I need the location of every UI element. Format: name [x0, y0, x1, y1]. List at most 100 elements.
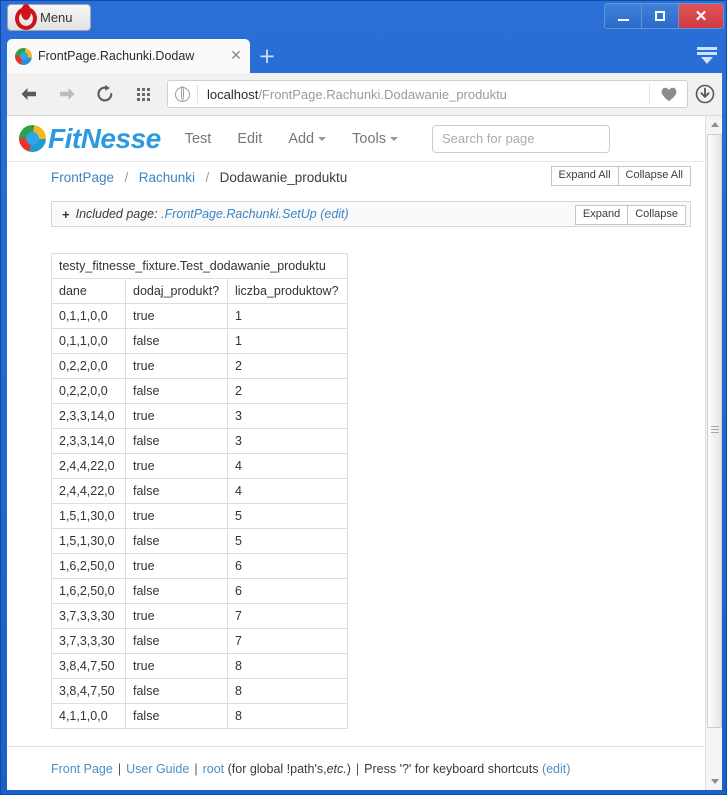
minimize-icon — [617, 18, 629, 21]
fitnesse-logo[interactable]: FitNesse — [19, 123, 161, 155]
footer-shortcuts-text: Press '?' for keyboard shortcuts — [364, 761, 539, 776]
included-page-bar: + Included page: .FrontPage.Rachunki.Set… — [51, 201, 691, 227]
maximize-button[interactable] — [642, 4, 679, 28]
collapse-button[interactable]: Collapse — [628, 205, 686, 226]
footer-root-link[interactable]: root — [203, 762, 225, 776]
table-header-row: dane dodaj_produkt? liczba_produktow? — [51, 278, 349, 304]
close-icon: ✕ — [694, 7, 708, 25]
decision-table: testy_fitnesse_fixture.Test_dodawanie_pr… — [50, 253, 349, 729]
nav-item-tools[interactable]: Tools — [352, 131, 398, 147]
footer-separator: | — [194, 761, 198, 776]
minimize-button[interactable] — [605, 4, 642, 28]
breadcrumb-rachunki[interactable]: Rachunki — [139, 170, 195, 185]
breadcrumb-current: Dodawanie_produktu — [219, 169, 348, 185]
table-row: 2,3,3,14,0 false 3 — [51, 428, 349, 454]
page-scrollbar[interactable] — [705, 116, 722, 790]
breadcrumb-separator: / — [205, 169, 210, 185]
test-table-wrapper: testy_fitnesse_fixture.Test_dodawanie_pr… — [50, 253, 349, 729]
fitnesse-page: FitNesse Test Edit Add Tools FrontPage /… — [7, 116, 705, 790]
site-globe-icon — [168, 85, 198, 103]
table-cell: 8 — [226, 678, 349, 704]
table-cell: 0,1,1,0,0 — [51, 303, 126, 329]
table-cell: false — [125, 628, 228, 654]
table-cell: false — [125, 378, 228, 404]
breadcrumb-frontpage[interactable]: FrontPage — [51, 170, 114, 185]
scroll-up-button[interactable] — [706, 116, 722, 133]
table-cell: true — [125, 503, 228, 529]
table-cell: 1,6,2,50,0 — [51, 553, 126, 579]
table-row: 1,5,1,30,0 true 5 — [51, 503, 349, 529]
window-controls: ✕ — [604, 3, 724, 29]
footer-separator: | — [117, 761, 122, 776]
table-cell: true — [125, 553, 228, 579]
search-input[interactable] — [431, 124, 610, 153]
table-cell: 2,3,3,14,0 — [51, 403, 126, 429]
table-row: 0,1,1,0,0 false 1 — [51, 328, 349, 354]
opera-menu-button[interactable]: Menu — [7, 4, 91, 31]
footer-front-page-link[interactable]: Front Page — [51, 762, 113, 776]
bookmark-heart-icon[interactable] — [649, 84, 687, 104]
table-cell: 0,2,2,0,0 — [51, 378, 126, 404]
url-host: localhost — [207, 86, 259, 102]
footer-etc: etc. — [326, 761, 347, 776]
included-page-prefix: Included page: — [75, 207, 158, 221]
scroll-down-button[interactable] — [706, 773, 722, 790]
expand-collapse-all-group: Expand All Collapse All — [550, 166, 691, 187]
chevron-down-icon — [389, 136, 398, 141]
table-cell: 3 — [226, 403, 349, 429]
downloads-button[interactable] — [688, 84, 722, 104]
expand-collapse-group: Expand Collapse — [574, 205, 686, 226]
table-cell: 4,1,1,0,0 — [51, 703, 126, 729]
fitnesse-nav: Test Edit Add Tools — [185, 124, 610, 153]
speed-dial-button[interactable] — [127, 78, 159, 110]
table-cell: false — [125, 528, 228, 554]
new-tab-button[interactable]: + — [257, 46, 277, 67]
table-cell: 2,4,4,22,0 — [51, 478, 126, 504]
footer-note-close: ) — [346, 761, 351, 776]
chevron-down-icon — [710, 779, 719, 784]
table-cell: 2 — [226, 378, 349, 404]
table-cell: 8 — [226, 653, 349, 679]
table-cell: false — [125, 703, 228, 729]
tab-close-icon[interactable]: ✕ — [228, 48, 244, 64]
opera-logo-icon — [15, 4, 37, 30]
nav-item-edit[interactable]: Edit — [237, 131, 262, 147]
title-bar: Menu ✕ — [1, 1, 726, 35]
breadcrumb-separator: / — [124, 169, 129, 185]
footer-user-guide-link[interactable]: User Guide — [126, 762, 189, 776]
collapse-all-button[interactable]: Collapse All — [618, 166, 691, 187]
fitnesse-header: FitNesse Test Edit Add Tools — [7, 116, 705, 162]
table-cell: 7 — [226, 603, 349, 629]
expand-all-button[interactable]: Expand All — [550, 166, 619, 187]
address-bar[interactable]: localhost/FrontPage.Rachunki.Dodawanie_p… — [167, 80, 688, 108]
table-cell: 2 — [226, 353, 349, 379]
expand-button[interactable]: Expand — [574, 205, 629, 226]
browser-tab-active[interactable]: FrontPage.Rachunki.Dodaw ✕ — [7, 39, 250, 73]
included-page-link[interactable]: .FrontPage.Rachunki.SetUp — [161, 207, 317, 221]
table-cell: 0,2,2,0,0 — [51, 353, 126, 379]
nav-item-test[interactable]: Test — [185, 131, 212, 147]
table-cell: true — [125, 403, 228, 429]
close-button[interactable]: ✕ — [679, 4, 723, 28]
table-cell: 3 — [226, 428, 349, 454]
included-page-edit-link[interactable]: (edit) — [320, 207, 348, 221]
reload-button[interactable] — [89, 78, 121, 110]
page-viewport: FitNesse Test Edit Add Tools FrontPage /… — [7, 116, 722, 790]
expand-plus-icon[interactable]: + — [62, 207, 70, 222]
table-cell: false — [125, 328, 228, 354]
footer-separator: | — [355, 761, 360, 776]
scrollbar-thumb[interactable] — [707, 134, 722, 728]
nav-item-add[interactable]: Add — [288, 131, 327, 147]
grid-icon — [136, 87, 150, 101]
tab-strip: FrontPage.Rachunki.Dodaw ✕ + — [1, 35, 726, 73]
footer-edit-link[interactable]: (edit) — [542, 762, 570, 776]
table-cell: 6 — [226, 578, 349, 604]
table-cell: 8 — [226, 703, 349, 729]
fitnesse-brand-label: FitNesse — [48, 122, 161, 154]
tab-menu-icon[interactable] — [696, 47, 718, 67]
table-cell: 3,8,4,7,50 — [51, 678, 126, 704]
table-cell: false — [125, 478, 228, 504]
table-cell: 1 — [226, 303, 349, 329]
forward-button[interactable] — [51, 78, 83, 110]
back-button[interactable] — [13, 78, 45, 110]
